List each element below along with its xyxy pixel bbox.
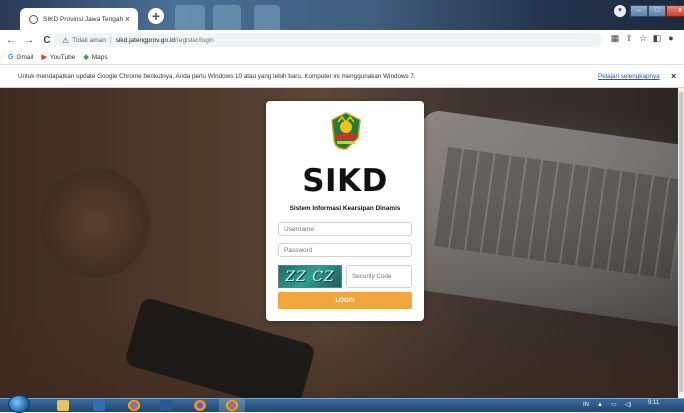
youtube-icon: ▶ — [41, 54, 47, 61]
bookmark-label: Maps — [91, 53, 108, 61]
captcha-image: ZZ CZ — [278, 265, 342, 288]
security-code-input[interactable] — [346, 265, 412, 288]
bookmark-youtube[interactable]: ▶ YouTube — [41, 53, 76, 62]
titlebar-decoration — [213, 5, 241, 30]
scrollbar-thumb[interactable] — [679, 92, 683, 392]
url-path: /register/login — [174, 36, 214, 44]
titlebar-decoration — [175, 5, 205, 30]
reload-icon[interactable]: C — [40, 35, 54, 46]
site-favicon-icon — [29, 14, 38, 24]
url-domain: sikd.jatengprov.go.id — [115, 36, 175, 44]
chrome-taskbar-icon[interactable] — [123, 399, 145, 412]
gmail-icon: G — [8, 53, 14, 61]
translate-icon[interactable]: ▦ — [608, 33, 622, 44]
bookmarks-bar: G Gmail ▶ YouTube ◆ Maps — [0, 50, 684, 64]
tray-arrow-icon[interactable]: ▲ — [597, 402, 603, 408]
profile-icon[interactable]: ● — [664, 33, 678, 44]
chrome-active-taskbar-icon[interactable] — [219, 399, 245, 412]
username-input[interactable] — [278, 222, 412, 236]
security-label[interactable]: Tidak aman — [72, 37, 106, 44]
maximize-button[interactable]: □ — [648, 5, 666, 17]
background-desk — [0, 308, 684, 398]
system-tray: IN ▲ ▭ ◁) — [583, 401, 639, 409]
login-card: SIKD Sistem Informasi Kearsipan Dinamis … — [266, 101, 424, 321]
bookmark-label: Gmail — [16, 53, 34, 61]
address-bar[interactable]: ⚠ Tidak aman | sikd.jatengprov.go.id /re… — [54, 33, 602, 47]
start-button[interactable] — [8, 395, 30, 413]
address-separator: | — [109, 36, 112, 44]
jateng-emblem-logo — [331, 112, 361, 150]
close-window-button[interactable]: x — [666, 5, 684, 17]
windows-taskbar: IN ▲ ▭ ◁) 9:11 — [0, 395, 684, 413]
sidepanel-icon[interactable]: ◧ — [650, 33, 664, 44]
bookmark-gmail[interactable]: G Gmail — [8, 54, 33, 61]
update-infobar: Untuk mendapatkan update Google Chrome b… — [0, 64, 684, 88]
login-button[interactable]: LOGIN — [278, 292, 412, 309]
infobar-message: Untuk mendapatkan update Google Chrome b… — [18, 73, 416, 80]
volume-icon[interactable]: ◁) — [625, 401, 632, 408]
captcha-text: ZZ CZ — [285, 268, 335, 285]
menu-icon[interactable]: ⋮ — [678, 33, 684, 44]
network-icon[interactable]: ▭ — [611, 401, 617, 408]
page-scrollbar[interactable] — [678, 88, 684, 398]
app-subtitle: Sistem Informasi Kearsipan Dinamis — [289, 205, 401, 212]
toolbar-icons: ▦ ⇪ ☆ ◧ ● ⋮ — [608, 33, 684, 44]
warning-icon[interactable]: ⚠ — [62, 36, 69, 45]
back-icon[interactable]: ← — [4, 35, 18, 46]
window-controls: ▾ – □ x — [614, 5, 684, 17]
word-taskbar-icon[interactable] — [155, 399, 177, 412]
tab-close-icon[interactable]: × — [125, 14, 130, 24]
new-tab-button[interactable]: + — [148, 8, 164, 24]
tab-search-icon[interactable]: ▾ — [614, 5, 626, 17]
maps-icon: ◆ — [83, 54, 89, 61]
taskbar-clock[interactable]: 9:11 — [648, 400, 659, 406]
star-icon[interactable]: ☆ — [636, 33, 650, 44]
browser-tab[interactable]: SIKD Provinsi Jawa Tengah × — [20, 8, 138, 30]
learn-more-link[interactable]: Pelajari selengkapnya — [598, 73, 660, 80]
infobar-close-icon[interactable]: × — [671, 71, 676, 81]
share-icon[interactable]: ⇪ — [622, 33, 636, 44]
explorer-taskbar-icon[interactable] — [52, 399, 74, 412]
forward-icon[interactable]: → — [22, 35, 36, 46]
browser-toolbar: ← → C ⚠ Tidak aman | sikd.jatengprov.go.… — [0, 30, 684, 50]
background-mug — [40, 168, 150, 278]
bookmark-maps[interactable]: ◆ Maps — [83, 53, 108, 62]
language-indicator[interactable]: IN — [583, 402, 589, 408]
minimize-button[interactable]: – — [630, 5, 648, 17]
tab-title: SIKD Provinsi Jawa Tengah — [43, 15, 124, 23]
firefox-taskbar-icon[interactable] — [189, 399, 211, 412]
titlebar-decoration — [254, 5, 280, 30]
bookmark-label: YouTube — [49, 53, 76, 61]
app-brand-title: SIKD — [302, 163, 388, 199]
media-taskbar-icon[interactable] — [88, 399, 110, 412]
password-input[interactable] — [278, 243, 412, 257]
